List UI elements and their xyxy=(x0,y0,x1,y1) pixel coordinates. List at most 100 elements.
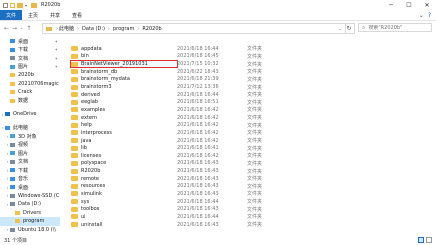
folder-icon xyxy=(71,138,78,143)
list-item[interactable]: uninstall 2021/6/18 16:43 文件夹 xyxy=(62,221,436,229)
list-item[interactable]: resources 2021/6/18 16:43 文件夹 xyxy=(62,183,436,191)
sidebar-item[interactable]: › OneDrive xyxy=(0,110,60,119)
sidebar-item[interactable]: 2020b xyxy=(0,71,60,80)
window-title: R2020b xyxy=(41,2,61,8)
list-item[interactable]: BrainNetViewer_20191031 2021/7/15 10:32 文件… xyxy=(62,60,436,69)
list-item[interactable]: polyspace 2021/6/18 16:43 文件夹 xyxy=(62,160,436,168)
breadcrumb-this-pc[interactable]: 此电脑 xyxy=(59,25,74,32)
list-item[interactable]: eeglab 2021/6/18 16:51 文件夹 xyxy=(62,98,436,106)
sidebar-item-label: 桌面 xyxy=(18,38,29,45)
list-item[interactable]: help 2021/6/18 16:42 文件夹 xyxy=(62,121,436,129)
list-item[interactable]: brainstorm3 2021/7/12 13:36 文件夹 xyxy=(62,83,436,91)
address-dropdown-icon[interactable]: ⌄ xyxy=(339,26,342,31)
forward-icon[interactable]: → xyxy=(12,25,17,32)
folder-icon xyxy=(71,130,78,136)
list-item[interactable]: appdata 2021/6/18 16:44 文件夹 xyxy=(62,45,436,53)
address-bar[interactable]: › 此电脑 › Data (D:) › program › R2020b ⌄ xyxy=(42,23,346,34)
file-list: appdata 2021/6/18 16:44 文件夹 bin 2021/6/18 16… xyxy=(62,37,436,235)
sidebar-item[interactable]: › Data (D:) xyxy=(0,200,60,209)
tab-home[interactable]: 主页 xyxy=(22,10,44,20)
sidebar-item[interactable]: › 音乐 xyxy=(0,175,60,184)
sidebar-item[interactable]: 图片 ✦ xyxy=(0,63,60,72)
list-item[interactable]: toolbox 2021/6/18 16:43 文件夹 xyxy=(62,205,436,213)
breadcrumb: 此电脑 › Data (D:) › program › R2020b xyxy=(59,25,162,33)
sidebar-item[interactable]: 桌面 ✦ xyxy=(0,37,60,46)
title-bar: ▾ R2020b ─ ☐ ✕ xyxy=(0,0,436,10)
folder-name-text: lib xyxy=(81,145,87,152)
file-type: 文件夹 xyxy=(247,130,263,137)
sidebar-item-label: 文档 xyxy=(18,55,29,62)
minimize-button[interactable]: ─ xyxy=(382,0,400,10)
breadcrumb-data-drive[interactable]: Data (D:) xyxy=(82,26,105,32)
folder-name: remote xyxy=(71,176,177,182)
file-type: 文件夹 xyxy=(247,168,263,175)
date-modified: 2021/6/18 16:44 xyxy=(177,213,219,220)
sidebar-item[interactable]: › 图片 xyxy=(0,149,60,158)
folder-icon xyxy=(71,214,78,220)
file-type: 文件夹 xyxy=(247,183,263,190)
new-folder-icon[interactable] xyxy=(10,2,15,8)
back-icon[interactable]: ← xyxy=(4,25,9,32)
date-modified: 2021/6/18 16:43 xyxy=(177,183,219,190)
list-item[interactable]: sys 2021/6/18 16:44 文件夹 xyxy=(62,198,436,206)
date-modified: 2021/6/18 16:42 xyxy=(177,106,219,113)
list-item[interactable]: interprocess 2021/6/18 16:42 文件夹 xyxy=(62,129,436,137)
list-item[interactable]: licenses 2021/6/18 16:42 文件夹 xyxy=(62,152,436,160)
list-item[interactable]: derived 2021/6/18 16:44 文件夹 xyxy=(62,91,436,99)
list-item[interactable]: ui 2021/6/18 16:44 文件夹 xyxy=(62,213,436,221)
sidebar-item[interactable]: › Windows-SSD (C:) xyxy=(0,192,60,201)
sidebar-item[interactable]: › 文档 xyxy=(0,158,60,167)
list-item[interactable]: lib 2021/6/18 16:41 文件夹 xyxy=(62,144,436,152)
sidebar-item[interactable]: › 下载 xyxy=(0,166,60,175)
sidebar-item[interactable]: › 视频 xyxy=(0,141,60,150)
close-button[interactable]: ✕ xyxy=(418,0,436,10)
tab-file[interactable]: 文件 xyxy=(0,10,23,20)
search-box[interactable]: ⌕ xyxy=(358,23,432,32)
date-modified: 2021/6/18 16:42 xyxy=(177,114,219,121)
sidebar-item[interactable]: 下载 ✦ xyxy=(0,46,60,55)
sidebar-item[interactable]: program xyxy=(0,217,60,226)
sidebar-item[interactable]: › 桌面 xyxy=(0,183,60,192)
sidebar-item[interactable]: Drivers xyxy=(0,209,60,218)
details-view-icon[interactable] xyxy=(418,237,424,243)
help-icon[interactable]: ? xyxy=(428,12,431,19)
sidebar-item-label: 音乐 xyxy=(18,176,29,183)
folder-icon xyxy=(71,206,78,212)
sidebar-item[interactable]: 数据 xyxy=(0,97,60,106)
list-item[interactable]: simulink 2021/6/18 16:43 文件夹 xyxy=(62,190,436,198)
tab-share[interactable]: 共享 xyxy=(44,10,66,20)
pin-icon: ✦ xyxy=(54,55,58,61)
document-icon xyxy=(10,159,15,164)
sidebar-item[interactable]: 20210706magic xyxy=(0,80,60,89)
large-icons-view-icon[interactable] xyxy=(426,237,432,243)
list-item[interactable]: brainstorm_db 2021/6/22 18:43 文件夹 xyxy=(62,68,436,76)
list-item[interactable]: R2020b 2021/6/18 16:43 文件夹 xyxy=(62,167,436,175)
breadcrumb-r2020b[interactable]: R2020b xyxy=(142,26,161,32)
refresh-button[interactable]: ↻ xyxy=(344,23,355,34)
list-item[interactable]: remote 2021/6/18 16:43 文件夹 xyxy=(62,175,436,183)
sidebar-item[interactable]: › Ubuntu 18.0 (\\ xyxy=(0,226,60,235)
maximize-button[interactable]: ☐ xyxy=(400,0,418,10)
sidebar-item[interactable]: Crack xyxy=(0,88,60,97)
folder-name-text: ui xyxy=(81,213,86,220)
folder-icon xyxy=(71,153,78,159)
sidebar-item[interactable]: › 此电脑 xyxy=(0,124,60,133)
search-input[interactable] xyxy=(368,24,429,31)
list-item[interactable]: brainstorm_mydata 2021/6/18 21:39 文件夹 xyxy=(62,76,436,84)
list-item[interactable]: extern 2021/6/18 16:42 文件夹 xyxy=(62,114,436,122)
properties-icon[interactable] xyxy=(3,2,8,8)
list-item[interactable]: examples 2021/6/18 16:42 文件夹 xyxy=(62,106,436,114)
cloud-icon xyxy=(5,112,10,117)
tab-view[interactable]: 查看 xyxy=(66,10,88,20)
breadcrumb-program[interactable]: program xyxy=(113,26,134,32)
list-item[interactable]: bin 2021/6/18 16:45 文件夹 xyxy=(62,53,436,61)
sidebar-item[interactable]: › 3D 对象 xyxy=(0,132,60,141)
up-icon[interactable]: ↑ xyxy=(26,25,31,32)
expand-ribbon-icon[interactable]: ⌄ xyxy=(419,12,424,19)
list-item[interactable]: java 2021/6/18 16:42 文件夹 xyxy=(62,137,436,145)
recent-dropdown-icon[interactable]: ⌄ xyxy=(20,25,23,32)
sidebar-item[interactable]: 文档 ✦ xyxy=(0,54,60,63)
folder-icon xyxy=(15,219,20,224)
folder-name: derived xyxy=(71,92,177,98)
chevron-down-icon[interactable]: ▾ xyxy=(25,3,27,8)
